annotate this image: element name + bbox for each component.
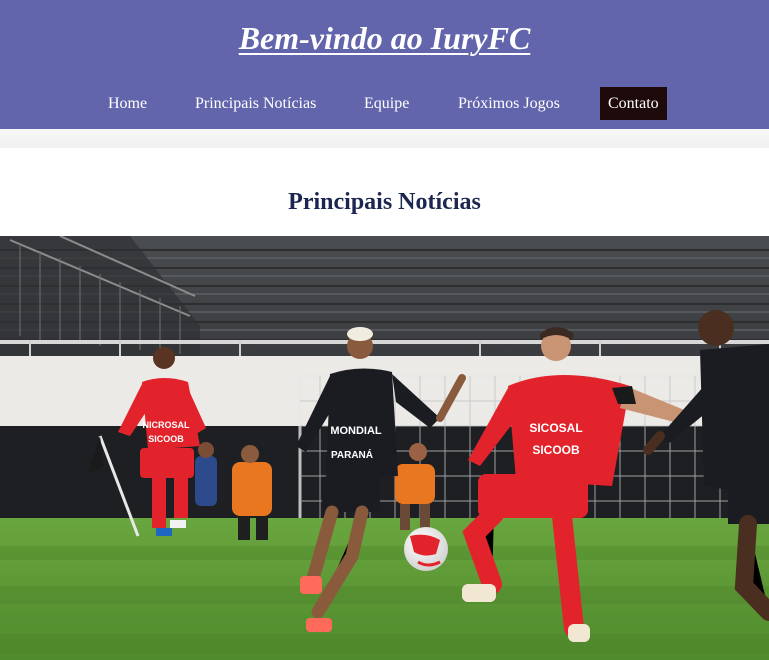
nav-item-home[interactable]: Home <box>108 87 147 120</box>
red-left-jersey-text: NICROSAL <box>143 420 191 430</box>
dark-jersey-text: MONDIAL <box>330 425 382 437</box>
news-section-header: Principais Notícias <box>0 148 769 236</box>
news-photo[interactable]: SICOOB NICROSAL MONDIAL PARANÁ SICOSAL S… <box>0 236 769 660</box>
nav-item-contato[interactable]: Contato <box>600 87 667 120</box>
red-left-jersey-text-2: SICOOB <box>148 434 184 444</box>
nav-item-proximos-jogos[interactable]: Próximos Jogos <box>458 87 560 120</box>
red-jersey-text: SICOSAL <box>529 421 582 435</box>
section-title: Principais Notícias <box>288 189 481 215</box>
nav-item-principais-noticias[interactable]: Principais Notícias <box>195 87 316 120</box>
dark-jersey-text-2: PARANÁ <box>331 448 373 461</box>
site-header: Bem-vindo ao IuryFC Home Principais Notí… <box>0 0 769 129</box>
main-nav: Home Principais Notícias Equipe Próximos… <box>0 87 769 120</box>
site-title: Bem-vindo ao IuryFC <box>238 20 531 56</box>
red-jersey-text-2: SICOOB <box>532 443 580 457</box>
header-shadow <box>0 129 769 148</box>
nav-item-equipe[interactable]: Equipe <box>364 87 409 120</box>
